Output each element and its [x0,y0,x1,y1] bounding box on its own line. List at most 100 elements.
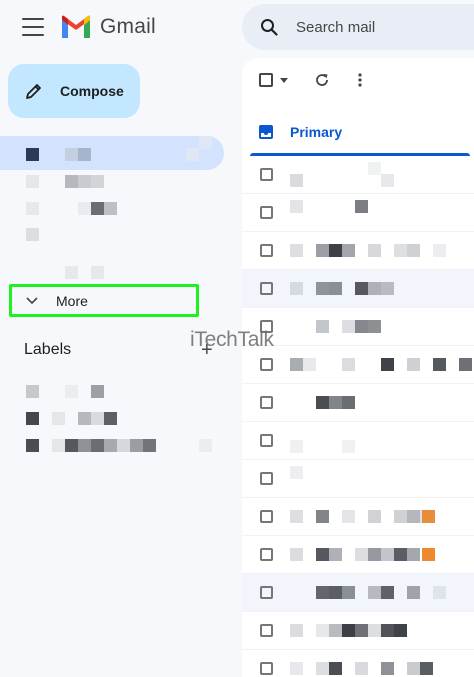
compose-button[interactable]: Compose [8,64,140,118]
email-row[interactable] [242,270,474,308]
redacted-subject [342,440,355,453]
redacted-subject [381,548,394,561]
email-row[interactable] [242,574,474,612]
redacted-subject [407,662,420,675]
row-checkbox[interactable] [260,472,273,485]
row-checkbox[interactable] [260,206,273,219]
redacted-sender [290,624,303,637]
gmail-logo[interactable]: Gmail [60,14,156,40]
row-checkbox[interactable] [260,662,273,675]
redacted-icon [26,228,39,241]
select-all-checkbox[interactable] [259,73,273,87]
row-checkbox[interactable] [260,358,273,371]
redacted-text [65,439,78,452]
email-row[interactable] [242,536,474,574]
redacted-sender [290,282,303,295]
redacted-label-icon [26,412,39,425]
email-row[interactable] [242,460,474,498]
redacted-subject [407,586,420,599]
row-checkbox[interactable] [260,548,273,561]
email-row[interactable] [242,384,474,422]
redacted-subject [368,510,381,523]
redacted-subject [355,662,368,675]
redacted-sender [303,358,316,371]
row-checkbox[interactable] [260,586,273,599]
redacted-subject [342,358,355,371]
redacted-badge [422,510,435,523]
redacted-subject [355,200,368,213]
email-row[interactable] [242,308,474,346]
redacted-subject [407,548,420,561]
redacted-sender [316,586,329,599]
email-row[interactable] [242,422,474,460]
redacted-text [186,148,199,161]
refresh-icon[interactable] [314,72,330,88]
redacted-subject [368,548,381,561]
search-input[interactable]: Search mail [296,19,375,36]
redacted-icon [26,148,39,161]
row-checkbox[interactable] [260,624,273,637]
redacted-text [104,412,117,425]
redacted-text [52,439,65,452]
more-vert-icon[interactable] [358,73,362,87]
redacted-sender [316,624,329,637]
redacted-sender [316,244,329,257]
email-row[interactable] [242,346,474,384]
redacted-text [91,202,104,215]
redacted-subject [381,662,394,675]
redacted-sender [290,358,303,371]
redacted-subject [420,662,433,675]
row-checkbox[interactable] [260,434,273,447]
redacted-subject [394,548,407,561]
redacted-sender [290,200,303,213]
email-row[interactable] [242,232,474,270]
redacted-text [65,148,78,161]
redacted-text [65,175,78,188]
redacted-subject [355,624,368,637]
app-name: Gmail [100,15,156,38]
redacted-text [78,202,91,215]
redacted-sender [342,396,355,409]
redacted-sender [316,282,329,295]
email-row[interactable] [242,650,474,677]
redacted-sender [290,174,303,187]
email-row[interactable] [242,156,474,194]
redacted-sender [329,624,342,637]
email-row[interactable] [242,498,474,536]
redacted-subject [368,586,381,599]
redacted-subject [368,244,381,257]
redacted-subject [381,358,394,371]
redacted-sender [290,244,303,257]
menu-icon[interactable] [22,18,44,36]
more-button[interactable]: More [9,284,199,317]
pencil-icon [26,84,41,99]
row-checkbox[interactable] [260,396,273,409]
watermark-text: iTechTalk [190,328,274,351]
row-checkbox[interactable] [260,168,273,181]
redacted-subject [394,510,407,523]
redacted-text [78,439,91,452]
redacted-text [78,412,91,425]
search-icon[interactable] [260,18,278,36]
email-row[interactable] [242,194,474,232]
redacted-sender [342,244,355,257]
dropdown-caret-icon[interactable] [280,78,288,83]
redacted-sender [316,510,329,523]
redacted-sender [329,586,342,599]
tab-primary[interactable]: Primary [242,110,474,156]
row-checkbox[interactable] [260,510,273,523]
redacted-icon [26,175,39,188]
redacted-text [65,266,78,279]
redacted-sender [329,548,342,561]
tab-primary-label: Primary [290,124,343,140]
email-row[interactable] [242,612,474,650]
redacted-text [65,385,78,398]
redacted-subject [368,320,381,333]
redacted-subject [355,548,368,561]
row-checkbox[interactable] [260,282,273,295]
more-label: More [56,292,88,309]
redacted-subject [459,358,472,371]
row-checkbox[interactable] [260,244,273,257]
redacted-subject [433,586,446,599]
search-bar[interactable]: Search mail [242,4,474,50]
